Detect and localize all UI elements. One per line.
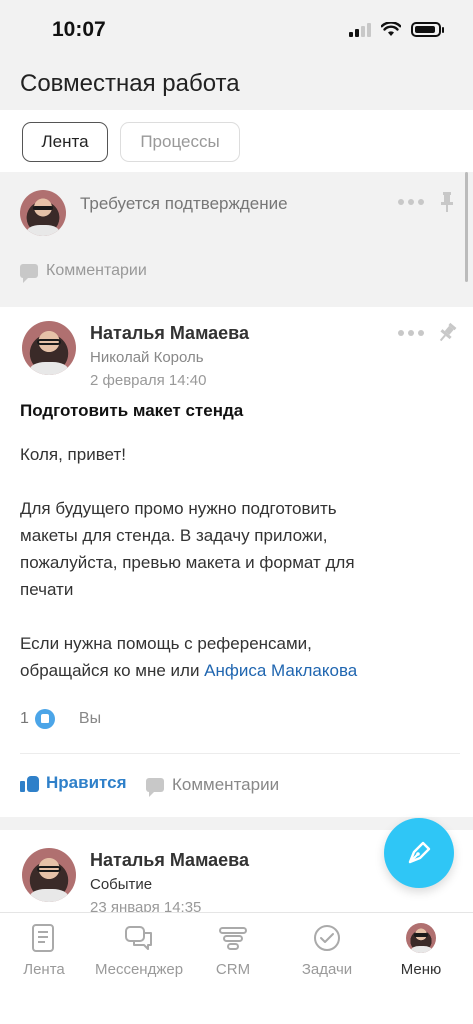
- nav-item-tasks[interactable]: Задачи: [280, 921, 374, 978]
- page-title: Совместная работа: [20, 70, 240, 97]
- comment-icon: [20, 264, 38, 283]
- avatar[interactable]: [22, 321, 76, 375]
- post-line: пожалуйста, превью макета и формат для: [20, 553, 355, 572]
- like-button[interactable]: Нравится: [20, 773, 127, 793]
- avatar[interactable]: [20, 190, 66, 236]
- post-date: 23 января 14:35: [90, 899, 202, 912]
- post-line-prefix: обращайся ко мне или: [20, 661, 205, 680]
- task-title[interactable]: Подготовить макет стенда: [20, 401, 243, 421]
- post-date: 2 февраля 14:40: [90, 372, 207, 389]
- post-title: Требуется подтверждение: [80, 194, 288, 213]
- nav-item-messenger[interactable]: Мессенджер: [92, 921, 186, 978]
- comment-icon: [146, 778, 164, 797]
- status-time: 10:07: [52, 18, 106, 41]
- post-type: Событие: [90, 876, 153, 893]
- nav-label: Меню: [400, 961, 442, 978]
- post-line: Если нужна помощь с референсами,: [20, 634, 312, 653]
- task-post[interactable]: Наталья Мамаева Николай Король 2 февраля…: [0, 307, 473, 817]
- post-line: макеты для стенда. В задачу приложи,: [20, 526, 328, 545]
- likes-you: Вы: [78, 710, 102, 727]
- post-author[interactable]: Наталья Мамаева: [90, 323, 249, 344]
- bottom-nav: Лента Мессенджер CRM Задачи Меню: [0, 912, 473, 1024]
- crm-icon: [219, 927, 247, 950]
- thumbs-up-icon: [20, 774, 40, 792]
- comments-label: Комментарии: [46, 262, 147, 279]
- nav-item-crm[interactable]: CRM: [186, 921, 280, 978]
- status-bar: 10:07: [0, 0, 473, 62]
- like-badge-icon: [34, 709, 55, 729]
- nav-label: Лента: [23, 961, 65, 978]
- create-post-button[interactable]: [384, 818, 454, 888]
- post-author[interactable]: Наталья Мамаева: [90, 850, 249, 871]
- menu-avatar: [406, 923, 436, 953]
- user-mention-link[interactable]: Анфиса Маклакова: [204, 661, 357, 680]
- post-line: Для будущего промо нужно подготовить: [20, 499, 337, 518]
- avatar[interactable]: [22, 848, 76, 902]
- status-icons: [349, 22, 444, 37]
- likes-row[interactable]: 1 Вы: [20, 709, 101, 729]
- nav-label: CRM: [215, 961, 251, 978]
- like-button-label: Нравится: [46, 773, 127, 792]
- nav-item-menu[interactable]: Меню: [374, 921, 468, 978]
- post-line-with-mention: обращайся ко мне или Анфиса Маклакова: [20, 657, 450, 684]
- battery-icon: [411, 22, 444, 37]
- post-recipient[interactable]: Николай Король: [90, 349, 204, 366]
- post-line: печати: [20, 580, 74, 599]
- tasks-icon: [314, 925, 340, 951]
- wifi-icon: [381, 22, 401, 36]
- pin-icon[interactable]: [440, 192, 454, 212]
- comments-link[interactable]: Комментарии: [20, 262, 147, 283]
- messenger-icon: [125, 926, 152, 950]
- post-body: Коля, привет! Для будущего промо нужно п…: [20, 441, 450, 684]
- likes-count: 1: [20, 710, 29, 727]
- signal-icon: [349, 22, 371, 37]
- more-icon[interactable]: [398, 199, 424, 205]
- tabs-bar: Лента Процессы: [0, 110, 473, 172]
- scrollbar[interactable]: [465, 172, 468, 282]
- pen-nib-icon: [408, 841, 431, 864]
- feed-icon: [32, 924, 54, 952]
- tab-processes[interactable]: Процессы: [120, 122, 240, 162]
- divider: [20, 753, 460, 754]
- tab-feed[interactable]: Лента: [22, 122, 108, 162]
- post-greeting: Коля, привет!: [20, 445, 126, 464]
- pin-icon[interactable]: [435, 321, 459, 345]
- more-icon[interactable]: [398, 330, 424, 336]
- nav-item-feed[interactable]: Лента: [0, 921, 91, 978]
- nav-label: Мессенджер: [94, 961, 184, 978]
- comments-button-label: Комментарии: [172, 775, 280, 794]
- nav-label: Задачи: [301, 961, 353, 978]
- comments-button[interactable]: Комментарии: [146, 775, 280, 797]
- confirmation-post[interactable]: Требуется подтверждение Комментарии: [0, 174, 473, 304]
